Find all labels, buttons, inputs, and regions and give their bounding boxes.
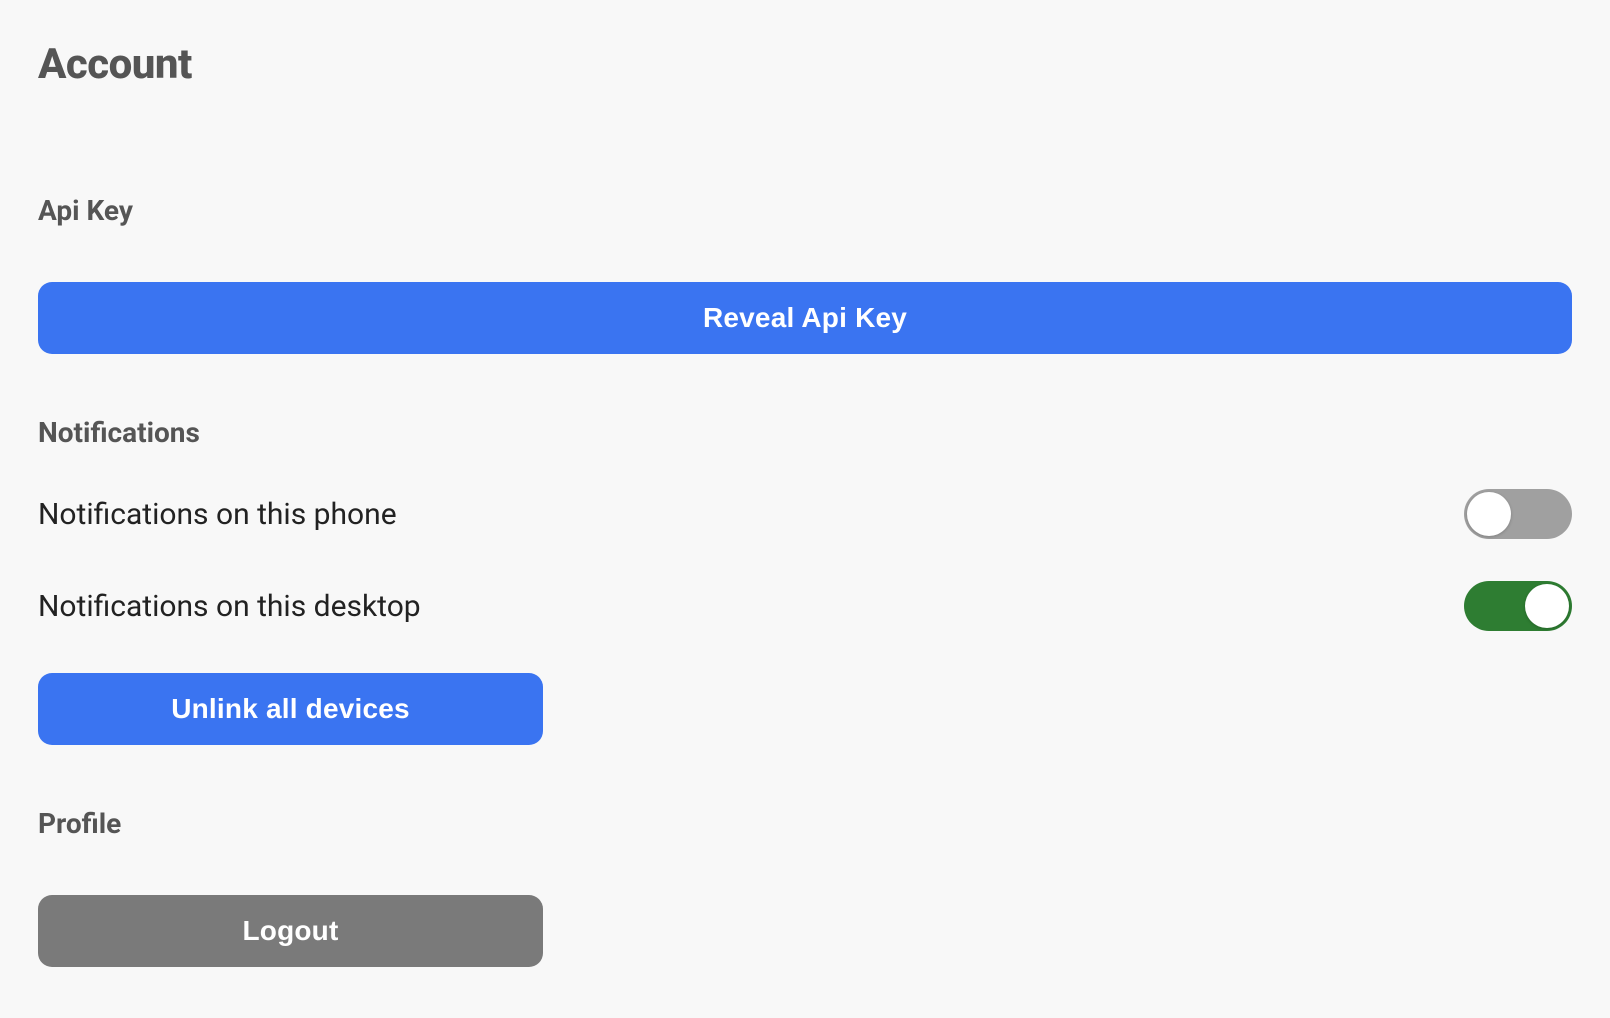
notifications-desktop-row: Notifications on this desktop <box>38 581 1572 631</box>
unlink-all-devices-button[interactable]: Unlink all devices <box>38 673 543 745</box>
api-key-section: Api Key Reveal Api Key <box>38 194 1572 354</box>
unlink-wrapper: Unlink all devices <box>38 673 1572 745</box>
notifications-phone-label: Notifications on this phone <box>38 497 397 532</box>
notifications-section: Notifications Notifications on this phon… <box>38 416 1572 745</box>
logout-button[interactable]: Logout <box>38 895 543 967</box>
api-key-heading: Api Key <box>38 194 1572 227</box>
account-page: Account Api Key Reveal Api Key Notificat… <box>0 0 1610 1007</box>
notifications-heading: Notifications <box>38 416 1572 449</box>
toggle-knob <box>1467 492 1511 536</box>
notifications-phone-row: Notifications on this phone <box>38 489 1572 539</box>
notifications-phone-toggle[interactable] <box>1464 489 1572 539</box>
reveal-api-key-button[interactable]: Reveal Api Key <box>38 282 1572 354</box>
page-title: Account <box>38 40 1572 89</box>
notifications-desktop-toggle[interactable] <box>1464 581 1572 631</box>
notifications-desktop-label: Notifications on this desktop <box>38 589 421 624</box>
profile-heading: Profile <box>38 807 1572 840</box>
profile-section: Profile Logout <box>38 807 1572 967</box>
toggle-knob <box>1525 584 1569 628</box>
